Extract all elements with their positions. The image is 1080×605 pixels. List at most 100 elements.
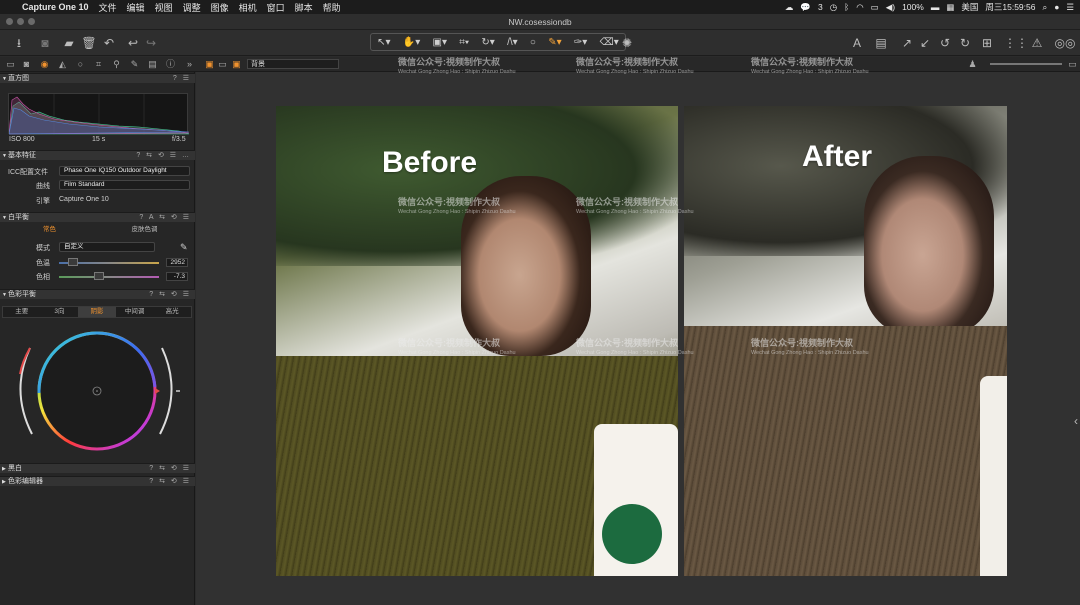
color-tab-icon[interactable]: ◉ <box>38 58 51 71</box>
panel-controls[interactable]: ? ⇆ ⟲ ☰ <box>149 477 191 487</box>
collapse-browser-icon[interactable]: ‹ <box>1074 414 1078 428</box>
menu-help[interactable]: 帮助 <box>323 1 341 14</box>
glasses-icon[interactable]: ◎◎ <box>1054 34 1076 52</box>
tint-slider[interactable] <box>59 276 159 278</box>
zoom-slider[interactable] <box>990 63 1062 65</box>
undo-icon[interactable]: ↩ <box>124 34 142 52</box>
app-menu[interactable]: Capture One 10 <box>22 2 89 12</box>
menu-view[interactable]: 视图 <box>155 1 173 14</box>
rotate-right-icon[interactable]: ↻ <box>956 34 974 52</box>
panel-controls[interactable]: ? ⇆ ⟲ ☰ <box>149 464 191 474</box>
cb-tab-midtones[interactable]: 中间调 <box>116 307 154 317</box>
eraser-icon[interactable]: ⌫▾ <box>600 37 619 48</box>
wechat-icon[interactable]: 💬 <box>800 2 811 13</box>
trash-icon[interactable]: 🗑 <box>80 34 98 52</box>
menu-window[interactable]: 窗口 <box>267 1 285 14</box>
circle-mask-icon[interactable]: ○ <box>530 37 536 48</box>
picker-icon[interactable]: ✑▾ <box>574 37 587 48</box>
menu-list-icon[interactable]: ☰ <box>1066 2 1074 13</box>
details-tab-icon[interactable]: ⚲ <box>110 58 123 71</box>
temp-value[interactable]: 2952 <box>166 258 188 267</box>
pan-icon[interactable]: ✋▾ <box>403 37 420 48</box>
search-icon[interactable]: ⌕ <box>1042 2 1047 13</box>
crop-tab-icon[interactable]: ⌗ <box>92 58 105 71</box>
text-icon[interactable]: A <box>848 34 866 52</box>
cb-tab-shadows[interactable]: 阴影 <box>78 307 116 317</box>
rotate-left-icon[interactable]: ↺ <box>936 34 954 52</box>
wb-mode-select[interactable]: 自定义 <box>59 242 155 252</box>
bw-header[interactable]: ▶ 黑白 ? ⇆ ⟲ ☰ <box>0 463 195 473</box>
warning-icon[interactable]: ⚠ <box>1028 34 1046 52</box>
lens-tab-icon[interactable]: ○ <box>74 58 87 71</box>
menu-file[interactable]: 文件 <box>99 1 117 14</box>
rotate-back-icon[interactable]: ↶ <box>100 34 118 52</box>
volume-icon[interactable]: ◀) <box>886 2 895 13</box>
menu-adjust[interactable]: 调整 <box>183 1 201 14</box>
camera-icon[interactable]: ◙ <box>36 34 54 52</box>
brush-icon[interactable]: ✎▾ <box>548 37 561 48</box>
menu-camera[interactable]: 相机 <box>239 1 257 14</box>
crop-icon[interactable]: ⌗▾ <box>459 37 469 48</box>
panel-controls[interactable]: ? ⇆ ⟲ ☰ … <box>136 151 191 161</box>
menu-image[interactable]: 图像 <box>211 1 229 14</box>
after-sweater <box>684 326 1007 576</box>
copy-adjust-icon[interactable]: ↗ <box>898 34 916 52</box>
menu-edit[interactable]: 编辑 <box>127 1 145 14</box>
tint-value[interactable]: -7.3 <box>166 272 188 281</box>
single-view-icon[interactable]: ▣ <box>203 58 216 71</box>
input-source[interactable]: 美国 <box>961 1 978 13</box>
zoom-fit-icon[interactable]: ▭ <box>1066 58 1079 71</box>
cb-tab-3way[interactable]: 3向 <box>41 307 79 317</box>
keystone-icon[interactable]: /\▾ <box>507 37 518 48</box>
apply-adjust-icon[interactable]: ↙ <box>916 34 934 52</box>
basic-header[interactable]: ▼ 基本特征 ? ⇆ ⟲ ☰ … <box>0 150 195 160</box>
import-icon[interactable]: ⭳ <box>10 34 28 52</box>
preset-select[interactable]: 背景 <box>247 59 339 69</box>
color-wheel[interactable] <box>14 322 184 452</box>
eyedropper-icon[interactable]: ✎ <box>180 242 188 253</box>
exposure-icon[interactable]: ✺ <box>618 34 636 52</box>
menu-script[interactable]: 脚本 <box>295 1 313 14</box>
wb-tab-skin[interactable]: 皮肤色调 <box>97 225 192 237</box>
compare-view-icon[interactable]: ▣ <box>230 58 243 71</box>
tint-slider-handle[interactable] <box>94 272 104 280</box>
select-cursor-icon[interactable]: ↖▾ <box>377 37 390 48</box>
library-tab-icon[interactable]: ▭ <box>4 58 17 71</box>
battery-icon[interactable]: ▬ <box>931 2 940 12</box>
local-adjust-tab-icon[interactable]: ✎ <box>128 58 141 71</box>
color-balance-header[interactable]: ▼ 色彩平衡 ? ⇆ ⟲ ☰ <box>0 289 195 299</box>
histogram-header[interactable]: ▼ 直方图 ? ☰ <box>0 73 195 83</box>
folder-icon[interactable]: ▰ <box>60 34 78 52</box>
capture-tab-icon[interactable]: ◙ <box>20 58 33 71</box>
menubar-clock[interactable]: 周三15:59:56 <box>985 1 1035 13</box>
wifi-icon[interactable]: ◠ <box>856 2 863 13</box>
airplay-icon[interactable]: ▭ <box>871 2 879 13</box>
grid-icon[interactable]: ⊞ <box>978 34 996 52</box>
metadata-tab-icon[interactable]: ⓘ <box>164 58 177 71</box>
clock-icon[interactable]: ◷ <box>830 2 837 13</box>
panel-controls[interactable]: ? A ⇆ ⟲ ☰ <box>139 213 191 223</box>
siri-icon[interactable]: ● <box>1054 2 1059 12</box>
color-editor-header[interactable]: ▶ 色彩编辑器 ? ⇆ ⟲ ☰ <box>0 476 195 486</box>
cb-tab-master[interactable]: 主要 <box>3 307 41 317</box>
more-tabs-icon[interactable]: » <box>183 58 196 71</box>
rotate-icon[interactable]: ↻▾ <box>481 37 494 48</box>
icc-profile-select[interactable]: Phase One IQ150 Outdoor Daylight <box>59 166 190 176</box>
adjust-tab-icon[interactable]: ▤ <box>146 58 159 71</box>
cloud-icon[interactable]: ☁ <box>785 2 794 13</box>
wb-tab-general[interactable]: 常色 <box>2 225 97 237</box>
cb-tab-highlights[interactable]: 高光 <box>153 307 191 317</box>
white-balance-header[interactable]: ▼ 白平衡 ? A ⇆ ⟲ ☰ <box>0 212 195 222</box>
panel-controls[interactable]: ? ⇆ ⟲ ☰ <box>149 290 191 300</box>
proof-icon[interactable]: ⋮⋮ <box>1004 34 1028 52</box>
exposure-tab-icon[interactable]: ◭ <box>56 58 69 71</box>
curve-select[interactable]: Film Standard <box>59 180 190 190</box>
redo-icon[interactable]: ↪ <box>142 34 160 52</box>
person-icon[interactable]: ♟ <box>966 58 979 71</box>
multi-view-icon[interactable]: ▭ <box>216 58 229 71</box>
temp-slider-handle[interactable] <box>68 258 78 266</box>
loupe-icon[interactable]: ▣▾ <box>433 37 447 48</box>
copy-layers-icon[interactable]: ▤ <box>872 34 890 52</box>
panel-controls[interactable]: ? ☰ <box>173 74 191 84</box>
bluetooth-icon[interactable]: ᛒ <box>844 2 849 12</box>
